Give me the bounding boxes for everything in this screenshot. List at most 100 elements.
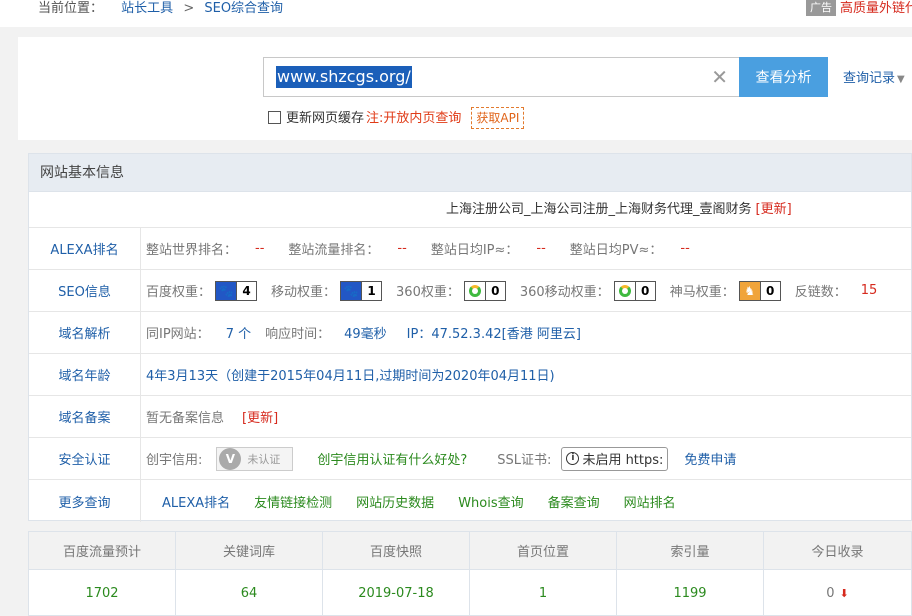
ip-address[interactable]: IP：47.52.3.42[香港 阿里云]: [407, 323, 581, 342]
backlink-value[interactable]: 15: [861, 283, 878, 298]
alexa-body: 整站世界排名： -- 整站流量排名： -- 整站日均IP≈： -- 整站日均PV…: [146, 228, 690, 269]
stats-value-homepage-position[interactable]: 1: [470, 570, 617, 616]
ssl-apply-link[interactable]: 免费申请: [684, 449, 736, 468]
mobile-weight-badge[interactable]: 🐾 1: [340, 280, 383, 301]
ring-icon: [614, 281, 635, 300]
world-rank-value: --: [255, 241, 265, 256]
ring-icon: [464, 281, 485, 300]
same-ip-value[interactable]: 7 个: [226, 323, 251, 342]
ad-link[interactable]: 高质量外链代: [840, 0, 912, 17]
stats-value-today-indexed-cell[interactable]: 0 ⬇: [764, 570, 911, 616]
stats-value-keywords[interactable]: 64: [176, 570, 323, 616]
paw-icon: 🐾: [341, 281, 362, 300]
response-time-label: 响应时间：: [265, 327, 331, 342]
dns-label[interactable]: 域名解析: [29, 312, 141, 353]
daily-ip-label: 整站日均IP≈：: [430, 243, 519, 258]
paw-icon: 🐾: [216, 281, 237, 300]
s360-weight-label: 360权重：: [396, 285, 460, 300]
seo-label[interactable]: SEO信息: [29, 270, 141, 311]
s360m-weight-badge[interactable]: 0: [613, 280, 656, 301]
site-title-row: 上海注册公司_上海公司注册_上海财务代理_壹阁财务 [更新]: [29, 192, 911, 228]
verify-icon: V: [219, 447, 242, 470]
more-link-whois[interactable]: Whois查询: [458, 492, 523, 511]
search-input-value[interactable]: www.shzcgs.org/: [276, 66, 412, 88]
icp-value: 暂无备案信息: [146, 411, 225, 426]
icp-label[interactable]: 域名备案: [29, 396, 141, 437]
more-row: 更多查询 ALEXA排名 友情链接检测 网站历史数据 Whois查询 备案查询 …: [29, 480, 911, 522]
breadcrumb-separator: >: [183, 1, 195, 16]
more-link-alexa[interactable]: ALEXA排名: [162, 492, 230, 511]
credit-info-link[interactable]: 创宇信用认证有什么好处?: [317, 449, 467, 468]
shenma-weight-label: 神马权重：: [669, 285, 735, 300]
security-row: 安全认证 创宇信用: V 未认证 创宇信用认证有什么好处? SSL证书: i 未启用…: [29, 438, 911, 480]
baidu-weight-value: 4: [236, 281, 257, 300]
stats-header-snapshot: 百度快照: [323, 532, 470, 569]
response-time-value: 49毫秒: [344, 327, 387, 342]
domain-age-label[interactable]: 域名年龄: [29, 354, 141, 395]
site-title: 上海注册公司_上海公司注册_上海财务代理_壹阁财务: [446, 202, 752, 217]
ad-tag: 广告: [806, 0, 836, 16]
ssl-status-button[interactable]: i 未启用 https:: [561, 446, 669, 471]
more-link-rank[interactable]: 网站排名: [624, 492, 676, 511]
traffic-rank-label: 整站流量排名：: [288, 243, 380, 258]
baidu-weight-label: 百度权重：: [146, 285, 212, 300]
stats-header-baidu-traffic: 百度流量预计: [29, 532, 176, 569]
more-link-icp[interactable]: 备案查询: [548, 492, 600, 511]
stats-header-row: 百度流量预计 关键词库 百度快照 首页位置 索引量 今日收录: [29, 532, 911, 570]
breadcrumb-item-seo[interactable]: SEO综合查询: [204, 1, 283, 16]
dns-row: 域名解析 同IP网站： 7 个 响应时间： 49毫秒 IP：47.52.3.42…: [29, 312, 911, 354]
security-label[interactable]: 安全认证: [29, 438, 141, 479]
more-body: ALEXA排名 友情链接检测 网站历史数据 Whois查询 备案查询 网站排名: [162, 480, 676, 522]
ring-icon-shape: [468, 284, 481, 297]
credit-badge[interactable]: V 未认证: [216, 446, 294, 471]
backlink-label: 反链数：: [794, 285, 847, 300]
alexa-label[interactable]: ALEXA排名: [29, 228, 141, 269]
icp-body: 暂无备案信息 [更新]: [146, 396, 278, 437]
search-button[interactable]: 查看分析: [739, 57, 828, 97]
daily-ip-value: --: [536, 241, 546, 256]
domain-age-value[interactable]: 4年3月13天（创建于2015年04月11日,过期时间为2020年04月11日): [146, 365, 555, 384]
stats-value-row: 1702 64 2019-07-18 1 1199 0 ⬇: [29, 570, 911, 616]
more-label[interactable]: 更多查询: [29, 480, 141, 522]
dns-body: 同IP网站： 7 个 响应时间： 49毫秒 IP：47.52.3.42[香港 阿…: [146, 312, 581, 353]
info-panel: 网站基本信息 上海注册公司_上海公司注册_上海财务代理_壹阁财务 [更新] ALE…: [28, 153, 912, 522]
api-button[interactable]: 获取API: [471, 107, 525, 129]
stats-value-index[interactable]: 1199: [617, 570, 764, 616]
icp-refresh-link[interactable]: [更新]: [242, 407, 278, 426]
stats-value-snapshot[interactable]: 2019-07-18: [323, 570, 470, 616]
daily-pv-value: --: [680, 241, 690, 256]
security-body: 创宇信用: V 未认证 创宇信用认证有什么好处? SSL证书: i 未启用 http…: [146, 438, 736, 479]
stats-header-keywords: 关键词库: [176, 532, 323, 569]
stats-value-today-indexed: 0: [826, 585, 835, 601]
credit-label: 创宇信用:: [146, 453, 203, 468]
domain-age-row: 域名年龄 4年3月13天（创建于2015年04月11日,过期时间为2020年04…: [29, 354, 911, 396]
baidu-weight-badge[interactable]: 🐾 4: [215, 280, 258, 301]
note-link[interactable]: 开放内页查询: [383, 111, 461, 126]
history-dropdown[interactable]: 查询记录 ▼: [843, 67, 905, 86]
ssl-label: SSL证书:: [497, 453, 552, 468]
caret-down-icon: ▼: [897, 74, 905, 85]
s360m-weight-label: 360移动权重：: [519, 285, 610, 300]
stats-table: 百度流量预计 关键词库 百度快照 首页位置 索引量 今日收录 1702 64 2…: [28, 531, 912, 616]
more-link-history[interactable]: 网站历史数据: [356, 492, 434, 511]
site-refresh-link[interactable]: [更新]: [756, 202, 792, 217]
search-panel: www.shzcgs.org/ ✕ 查看分析 查询记录 ▼ 更新网页缓存 注:开放内…: [18, 37, 912, 140]
s360-weight-value: 0: [484, 281, 505, 300]
breadcrumb-bar: 当前位置： 站长工具 > SEO综合查询 广告 高质量外链代: [0, 0, 912, 27]
cache-checkbox[interactable]: [268, 111, 281, 124]
more-link-friendlinks[interactable]: 友情链接检测: [254, 492, 332, 511]
search-input[interactable]: www.shzcgs.org/ ✕: [263, 57, 741, 97]
shenma-weight-value: 0: [759, 281, 780, 300]
stats-header-index: 索引量: [617, 532, 764, 569]
breadcrumb-prefix: 当前位置：: [38, 1, 104, 16]
seo-row: SEO信息 百度权重： 🐾 4 移动权重： 🐾 1 360权重： 0 360移动权重…: [29, 270, 911, 312]
s360-weight-badge[interactable]: 0: [463, 280, 506, 301]
clear-icon[interactable]: ✕: [711, 66, 728, 88]
cache-label[interactable]: 更新网页缓存: [286, 111, 364, 126]
stats-value-baidu-traffic[interactable]: 1702: [29, 570, 176, 616]
shenma-weight-badge[interactable]: ♞ 0: [738, 280, 781, 301]
domain-age-body: 4年3月13天（创建于2015年04月11日,过期时间为2020年04月11日): [146, 354, 555, 395]
seo-body: 百度权重： 🐾 4 移动权重： 🐾 1 360权重： 0 360移动权重： 0 神马…: [146, 270, 877, 311]
breadcrumb-item-tools[interactable]: 站长工具: [121, 1, 173, 16]
s360m-weight-value: 0: [634, 281, 655, 300]
